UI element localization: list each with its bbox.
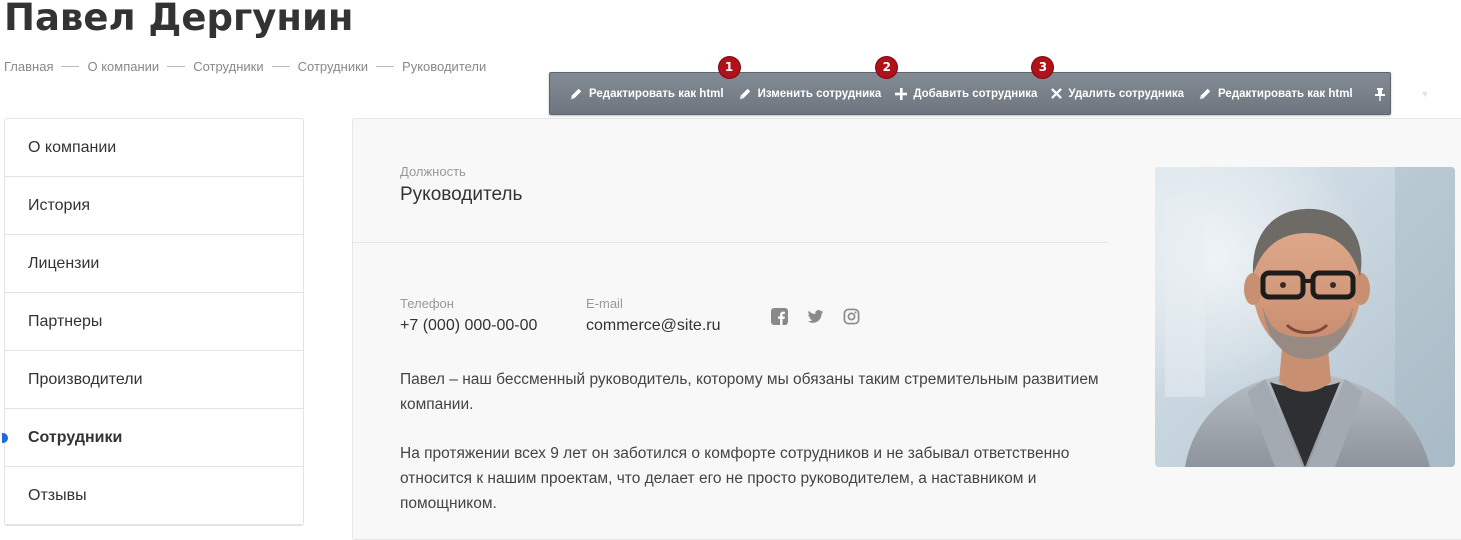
active-indicator <box>2 433 8 443</box>
pencil-icon <box>1199 88 1211 99</box>
button-label: Редактировать как html <box>589 87 724 100</box>
phone-label: Телефон <box>400 296 454 311</box>
sidebar-item-history[interactable]: История <box>5 177 303 235</box>
bio-paragraph: Павел – наш бессменный руководитель, кот… <box>400 371 1099 413</box>
breadcrumb: Главная О компании Сотрудники Сотрудники… <box>4 59 486 74</box>
position-value: Руководитель <box>400 184 523 205</box>
breadcrumb-separator <box>61 66 80 67</box>
sidebar-item-manufacturers[interactable]: Производители <box>5 351 303 409</box>
step-badge: 2 <box>876 56 898 78</box>
instagram-icon[interactable] <box>843 308 861 326</box>
admin-toolbar: Редактировать как html 1 Изменить сотруд… <box>549 56 1430 115</box>
sidebar-item-label: Партнеры <box>28 312 103 330</box>
pencil-icon <box>739 88 750 99</box>
sidebar-item-label: О компании <box>28 138 117 156</box>
edit-as-html-button[interactable]: Редактировать как html <box>562 79 731 109</box>
delete-employee-button[interactable]: 3 Удалить сотрудника <box>1032 56 1191 109</box>
sidebar-item-partners[interactable]: Партнеры <box>5 293 303 351</box>
sidebar-item-about[interactable]: О компании <box>5 119 303 177</box>
breadcrumb-item-managers[interactable]: Руководители <box>402 59 486 74</box>
position-label: Должность <box>400 164 466 179</box>
step-badge: 3 <box>1032 56 1054 78</box>
sidebar-item-reviews[interactable]: Отзывы <box>5 467 303 525</box>
breadcrumb-item-staff-2[interactable]: Сотрудники <box>298 59 368 74</box>
button-label: Удалить сотрудника <box>1068 87 1185 100</box>
sidebar-item-label: Отзывы <box>28 486 87 504</box>
breadcrumb-separator <box>167 66 186 67</box>
button-label: Изменить сотрудника <box>757 87 882 100</box>
breadcrumb-item-staff[interactable]: Сотрудники <box>193 59 263 74</box>
employee-bio: Павел – наш бессменный руководитель, кот… <box>400 367 1100 540</box>
plus-icon <box>895 87 908 100</box>
breadcrumb-item-home[interactable]: Главная <box>4 59 53 74</box>
sidebar-item-label: История <box>28 196 91 214</box>
sidebar-item-licenses[interactable]: Лицензии <box>5 235 303 293</box>
breadcrumb-separator <box>271 66 290 67</box>
pencil-icon <box>570 88 582 99</box>
breadcrumb-separator <box>376 66 395 67</box>
employee-photo <box>1155 167 1455 467</box>
chevron-down-icon: ▼ <box>1420 88 1430 99</box>
email-label: E-mail <box>586 296 623 311</box>
button-label: Редактировать как html <box>1218 87 1353 100</box>
add-employee-button[interactable]: 2 Добавить сотрудника <box>876 56 1044 109</box>
edit-employee-button[interactable]: 1 Изменить сотрудника <box>718 56 889 109</box>
twitter-icon[interactable] <box>807 308 825 326</box>
sidebar-menu: О компании История Лицензии Партнеры Про… <box>2 118 304 526</box>
gear-icon <box>1405 87 1418 100</box>
sidebar-item-label: Производители <box>28 370 143 388</box>
sidebar-item-staff[interactable]: Сотрудники <box>2 409 303 467</box>
close-icon <box>1051 88 1063 99</box>
page-title: Павел Дергунин <box>4 0 354 39</box>
button-label: Добавить сотрудника <box>913 87 1038 100</box>
phone-value: +7 (000) 000-00-00 <box>400 317 538 334</box>
email-link[interactable]: commerce@site.ru <box>586 317 721 335</box>
bio-paragraph: На протяжении всех 9 лет он заботился о … <box>400 445 1070 512</box>
sidebar-item-label: Лицензии <box>28 254 100 272</box>
pin-icon <box>1374 87 1385 101</box>
social-links <box>771 308 861 326</box>
breadcrumb-item-about[interactable]: О компании <box>87 59 159 74</box>
facebook-icon[interactable] <box>771 308 789 326</box>
pin-button[interactable] <box>1366 79 1394 109</box>
edit-as-html-button-2[interactable]: Редактировать как html <box>1191 79 1360 109</box>
divider <box>353 242 1108 243</box>
sidebar-item-label: Сотрудники <box>28 428 123 446</box>
step-badge: 1 <box>718 56 740 78</box>
settings-button[interactable]: ▼ <box>1394 79 1438 109</box>
